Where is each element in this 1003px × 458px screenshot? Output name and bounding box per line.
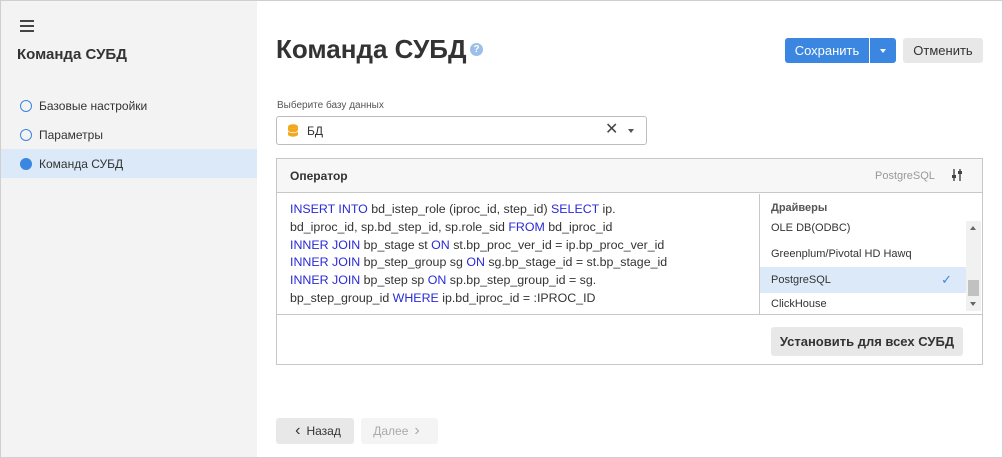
sidebar-item-label: Команда СУБД bbox=[39, 156, 124, 171]
driver-label: ClickHouse bbox=[771, 297, 827, 310]
clear-icon[interactable]: ✕ bbox=[605, 121, 618, 139]
sql-text: bd_iproc_id bbox=[544, 219, 613, 234]
sql-text: bd_iproc_id, sp.bd_step_id, sp.role_sid bbox=[290, 219, 509, 234]
database-icon bbox=[288, 124, 298, 137]
driver-label: PostgreSQL bbox=[771, 274, 831, 286]
sql-line: INSERT INTO bd_istep_role (iproc_id, ste… bbox=[290, 201, 750, 219]
sidebar-item-label: Базовые настройки bbox=[39, 98, 148, 113]
sql-text: sg.bp_stage_id = st.bp_stage_id bbox=[484, 255, 668, 270]
db-select-label: Выберите базу данных bbox=[277, 100, 384, 111]
chevron-down-icon[interactable] bbox=[628, 129, 634, 133]
chevron-down-icon bbox=[880, 48, 886, 53]
sql-text: bp_stage st bbox=[360, 237, 432, 252]
cancel-button[interactable]: Отменить bbox=[903, 38, 983, 63]
chevron-right-icon: › bbox=[414, 422, 420, 439]
sidebar-item-dbms-command[interactable]: Команда СУБД bbox=[1, 149, 257, 178]
operator-panel: Оператор PostgreSQL INSERT INTO bd_istep… bbox=[276, 158, 983, 365]
apply-all-dbms-button[interactable]: Установить для всех СУБД bbox=[771, 327, 963, 356]
scrollbar-thumb[interactable] bbox=[968, 280, 979, 296]
chevron-left-icon: ‹ bbox=[295, 422, 301, 439]
sql-keyword: INNER JOIN bbox=[290, 255, 361, 270]
sidebar-item-label: Параметры bbox=[39, 127, 103, 142]
step-radio-filled-icon bbox=[20, 157, 32, 170]
sql-keyword: ON bbox=[427, 273, 447, 288]
drivers-list: Драйверы OLE DB(ODBC) Greenplum/Pivotal … bbox=[759, 194, 982, 314]
sql-line: INNER JOIN bp_stage st ON st.bp_proc_ver… bbox=[290, 237, 750, 255]
db-select[interactable]: БД ✕ bbox=[276, 116, 647, 145]
scroll-down-icon[interactable] bbox=[970, 302, 976, 306]
sql-editor[interactable]: INSERT INTO bd_istep_role (iproc_id, ste… bbox=[290, 201, 750, 308]
step-radio-icon bbox=[20, 128, 32, 141]
sql-keyword: INNER JOIN bbox=[290, 237, 361, 252]
sidebar-item-basic-settings[interactable]: Базовые настройки bbox=[1, 91, 257, 120]
sql-text: bp_step_group sg bbox=[360, 255, 467, 270]
operator-header: Оператор PostgreSQL bbox=[277, 159, 982, 193]
sql-text: ip. bbox=[599, 202, 616, 216]
db-select-value: БД bbox=[307, 124, 324, 138]
back-button[interactable]: ‹ Назад bbox=[276, 418, 354, 444]
driver-item[interactable]: Greenplum/Pivotal HD Hawq bbox=[760, 241, 966, 267]
menu-icon[interactable] bbox=[20, 20, 34, 32]
settings-sliders-icon[interactable] bbox=[950, 168, 964, 182]
sql-text: bp_step_group_id bbox=[290, 290, 393, 305]
sql-text: sp.bp_step_group_id = sg. bbox=[446, 273, 597, 288]
driver-item[interactable]: ClickHouse bbox=[760, 293, 966, 314]
help-icon[interactable]: ? bbox=[470, 43, 483, 56]
operator-title: Оператор bbox=[290, 169, 348, 183]
page-title: Команда СУБД bbox=[276, 34, 467, 64]
driver-item[interactable]: OLE DB(ODBC) bbox=[760, 215, 966, 241]
step-radio-icon bbox=[20, 99, 32, 112]
sql-line: bd_iproc_id, sp.bd_step_id, sp.role_sid … bbox=[290, 219, 750, 237]
drivers-title: Драйверы bbox=[771, 202, 828, 214]
operator-dialect: PostgreSQL bbox=[875, 170, 935, 182]
checkmark-icon: ✓ bbox=[941, 272, 952, 287]
back-label: Назад bbox=[306, 424, 341, 438]
sql-line: INNER JOIN bp_step_group sg ON sg.bp_sta… bbox=[290, 254, 750, 272]
sql-line: bp_step_group_id WHERE ip.bd_iproc_id = … bbox=[290, 290, 750, 308]
next-button: Далее › bbox=[361, 418, 438, 444]
sidebar-nav: Базовые настройки Параметры Команда СУБД bbox=[1, 91, 257, 178]
save-dropdown-button[interactable] bbox=[870, 38, 896, 63]
save-button[interactable]: Сохранить bbox=[785, 38, 869, 63]
sql-keyword: ON bbox=[431, 237, 450, 252]
scroll-up-icon[interactable] bbox=[970, 226, 976, 230]
sidebar: Команда СУБД Базовые настройки Параметры… bbox=[1, 1, 257, 457]
drivers-scrollbar[interactable] bbox=[966, 221, 981, 311]
sql-keyword: INSERT INTO bbox=[290, 202, 368, 216]
sql-keyword: WHERE bbox=[392, 290, 439, 305]
sql-text: bd_istep_role (iproc_id, step_id) bbox=[367, 202, 552, 216]
sql-keyword: INNER JOIN bbox=[290, 273, 361, 288]
sql-text: st.bp_proc_ver_id = ip.bp_proc_ver_id bbox=[449, 237, 665, 252]
next-label: Далее bbox=[373, 424, 409, 438]
sql-text: ip.bd_iproc_id = :IPROC_ID bbox=[438, 290, 596, 305]
operator-footer: Установить для всех СУБД bbox=[277, 314, 982, 364]
sql-keyword: FROM bbox=[508, 219, 545, 234]
sidebar-title: Команда СУБД bbox=[17, 46, 127, 63]
sql-text: bp_step sp bbox=[360, 273, 428, 288]
sql-keyword: SELECT bbox=[551, 202, 600, 216]
driver-label: Greenplum/Pivotal HD Hawq bbox=[771, 248, 912, 260]
sql-line: INNER JOIN bp_step sp ON sp.bp_step_grou… bbox=[290, 272, 750, 290]
sql-keyword: ON bbox=[466, 255, 485, 270]
driver-item-selected[interactable]: PostgreSQL ✓ bbox=[760, 267, 966, 293]
sidebar-item-parameters[interactable]: Параметры bbox=[1, 120, 257, 149]
driver-label: OLE DB(ODBC) bbox=[771, 222, 851, 234]
